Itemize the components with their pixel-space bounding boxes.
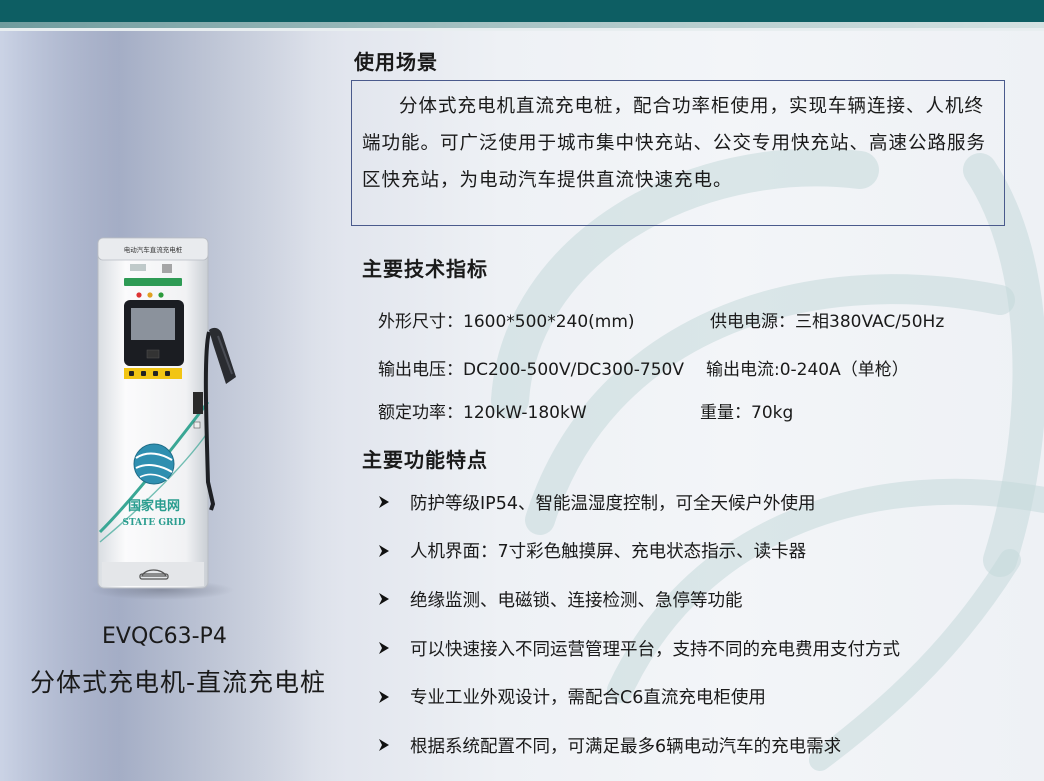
feature-text: 人机界面：7寸彩色触摸屏、充电状态指示、读卡器 <box>410 542 807 563</box>
usage-heading: 使用场景 <box>354 50 438 74</box>
specs-heading: 主要技术指标 <box>362 257 488 281</box>
feature-text: 防护等级IP54、智能温湿度控制，可全天候户外使用 <box>410 493 816 514</box>
spec-output-voltage: 输出电压：DC200-500V/DC300-750V <box>378 360 684 380</box>
feature-item: 可以快速接入不同运营管理平台，支持不同的充电费用支付方式 <box>378 624 900 673</box>
spec-weight: 重量：70kg <box>700 403 794 423</box>
feature-text: 可以快速接入不同运营管理平台，支持不同的充电费用支付方式 <box>410 639 900 660</box>
arrow-bullet-icon <box>379 544 389 557</box>
spec-output-current: 输出电流:0-240A（单枪） <box>706 360 909 380</box>
arrow-bullet-icon <box>379 496 389 509</box>
feature-item: 人机界面：7寸彩色触摸屏、充电状态指示、读卡器 <box>378 527 900 576</box>
spec-power-supply: 供电电源：三相380VAC/50Hz <box>710 312 945 332</box>
header-bar <box>0 0 1044 22</box>
features-list: 防护等级IP54、智能温湿度控制，可全天候户外使用 人机界面：7寸彩色触摸屏、充… <box>378 478 900 770</box>
spec-rated-power: 额定功率：120kW-180kW <box>378 403 587 423</box>
feature-item: 防护等级IP54、智能温湿度控制，可全天候户外使用 <box>378 478 900 527</box>
feature-text: 绝缘监测、电磁锁、连接检测、急停等功能 <box>410 590 743 611</box>
product-model: EVQC63-P4 <box>102 624 227 649</box>
feature-item: 专业工业外观设计，需配合C6直流充电柜使用 <box>378 672 900 721</box>
device-top-label: 电动汽车直流充电桩 <box>124 245 183 254</box>
arrow-bullet-icon <box>379 593 389 606</box>
arrow-bullet-icon <box>379 739 389 752</box>
device-brand-cn: 国家电网 <box>128 498 180 514</box>
usage-text: 分体式充电机直流充电桩，配合功率柜使用，实现车辆连接、人机终端功能。可广泛使用于… <box>362 88 992 199</box>
arrow-bullet-icon <box>379 690 389 703</box>
product-name: 分体式充电机-直流充电桩 <box>30 668 327 697</box>
feature-text: 专业工业外观设计，需配合C6直流充电柜使用 <box>410 688 766 709</box>
feature-text: 根据系统配置不同，可满足最多6辆电动汽车的充电需求 <box>410 736 842 757</box>
arrow-bullet-icon <box>379 642 389 655</box>
usage-text-content: 分体式充电机直流充电桩，配合功率柜使用，实现车辆连接、人机终端功能。可广泛使用于… <box>362 96 987 191</box>
feature-item: 根据系统配置不同，可满足最多6辆电动汽车的充电需求 <box>378 721 900 770</box>
features-heading: 主要功能特点 <box>362 448 488 472</box>
device-brand-en: STATE GRID <box>122 518 185 528</box>
spec-size: 外形尺寸：1600*500*240(mm) <box>378 312 635 332</box>
feature-item: 绝缘监测、电磁锁、连接检测、急停等功能 <box>378 575 900 624</box>
charger-device-image: 电动汽车直流充电桩 国家电网 STATE GRID <box>90 237 236 600</box>
